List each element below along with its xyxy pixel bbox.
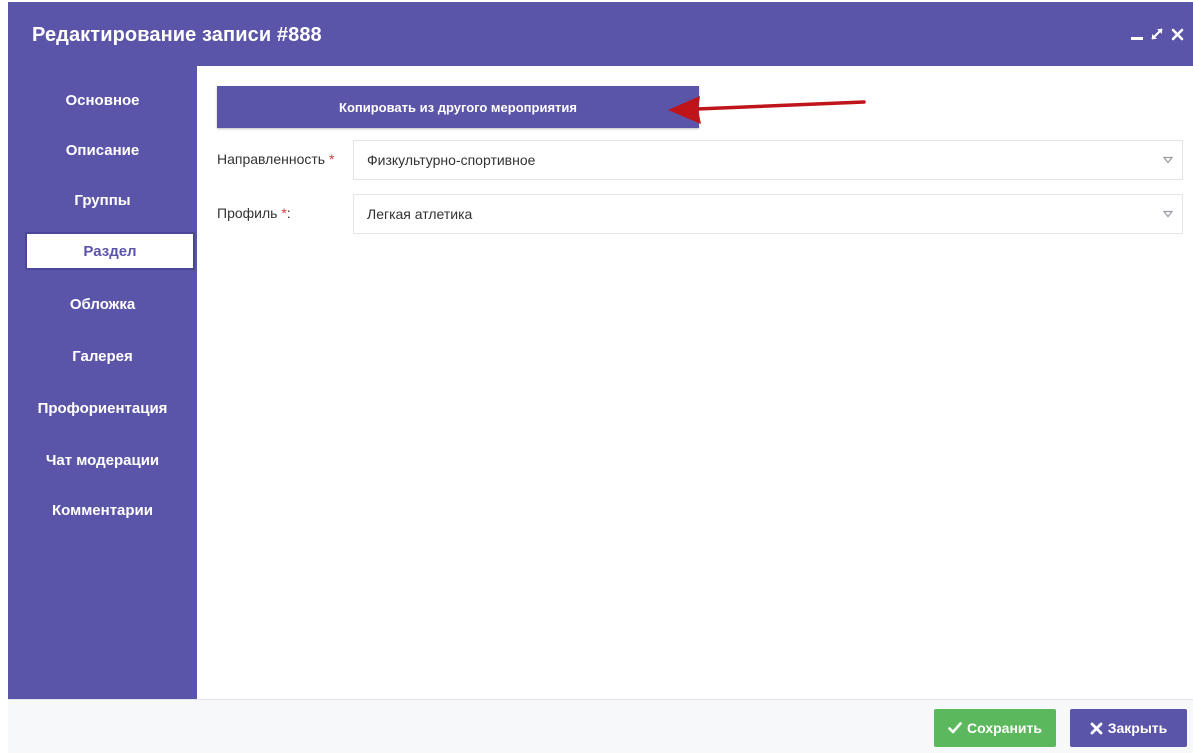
copy-from-event-button[interactable]: Копировать из другого мероприятия: [217, 86, 699, 128]
dialog-title: Редактирование записи #888: [32, 24, 322, 46]
edit-record-dialog: Редактирование записи #888 Основное Опис…: [8, 2, 1193, 753]
sidebar-item-career-guidance[interactable]: Профориентация: [8, 388, 197, 428]
profile-select-value: Легкая атлетика: [367, 206, 473, 222]
chevron-down-icon: [1162, 156, 1174, 164]
dialog-titlebar: Редактирование записи #888: [8, 2, 1193, 66]
sidebar-item-gallery[interactable]: Галерея: [8, 336, 197, 376]
sidebar-item-moderation-chat[interactable]: Чат модерации: [8, 440, 197, 480]
direction-select[interactable]: Физкультурно-спортивное: [353, 140, 1183, 180]
sidebar-item-basic[interactable]: Основное: [8, 80, 197, 120]
window-controls: [1127, 22, 1187, 46]
sidebar-item-comments[interactable]: Комментарии: [8, 490, 197, 530]
annotation-arrow: [668, 96, 866, 124]
dialog-footer: Сохранить Закрыть: [8, 699, 1193, 753]
direction-field-row: Направленность * Физкультурно-спортивное: [217, 140, 1187, 182]
sidebar-item-section[interactable]: Раздел: [25, 232, 195, 270]
profile-field-row: Профиль *: Легкая атлетика: [217, 194, 1187, 236]
close-icon: [1090, 722, 1103, 734]
profile-label: Профиль *:: [217, 205, 291, 221]
close-icon[interactable]: [1167, 23, 1187, 45]
close-button-label: Закрыть: [1107, 720, 1168, 736]
sidebar-item-description[interactable]: Описание: [8, 130, 197, 170]
chevron-down-icon: [1162, 210, 1174, 218]
maximize-icon[interactable]: [1147, 23, 1167, 45]
direction-select-value: Физкультурно-спортивное: [367, 152, 536, 168]
save-button[interactable]: Сохранить: [934, 709, 1056, 747]
check-icon: [948, 722, 962, 734]
required-mark: *: [328, 151, 335, 167]
sidebar-item-groups[interactable]: Группы: [8, 180, 197, 220]
close-button[interactable]: Закрыть: [1070, 709, 1187, 747]
section-panel: Копировать из другого мероприятия Направ…: [197, 66, 1193, 699]
save-button-label: Сохранить: [967, 720, 1042, 736]
sidebar-nav: Основное Описание Группы Раздел Обложка …: [8, 66, 197, 699]
sidebar-item-cover[interactable]: Обложка: [8, 284, 197, 324]
minimize-icon[interactable]: [1127, 23, 1147, 45]
profile-select[interactable]: Легкая атлетика: [353, 194, 1183, 234]
direction-label: Направленность *: [217, 151, 335, 167]
